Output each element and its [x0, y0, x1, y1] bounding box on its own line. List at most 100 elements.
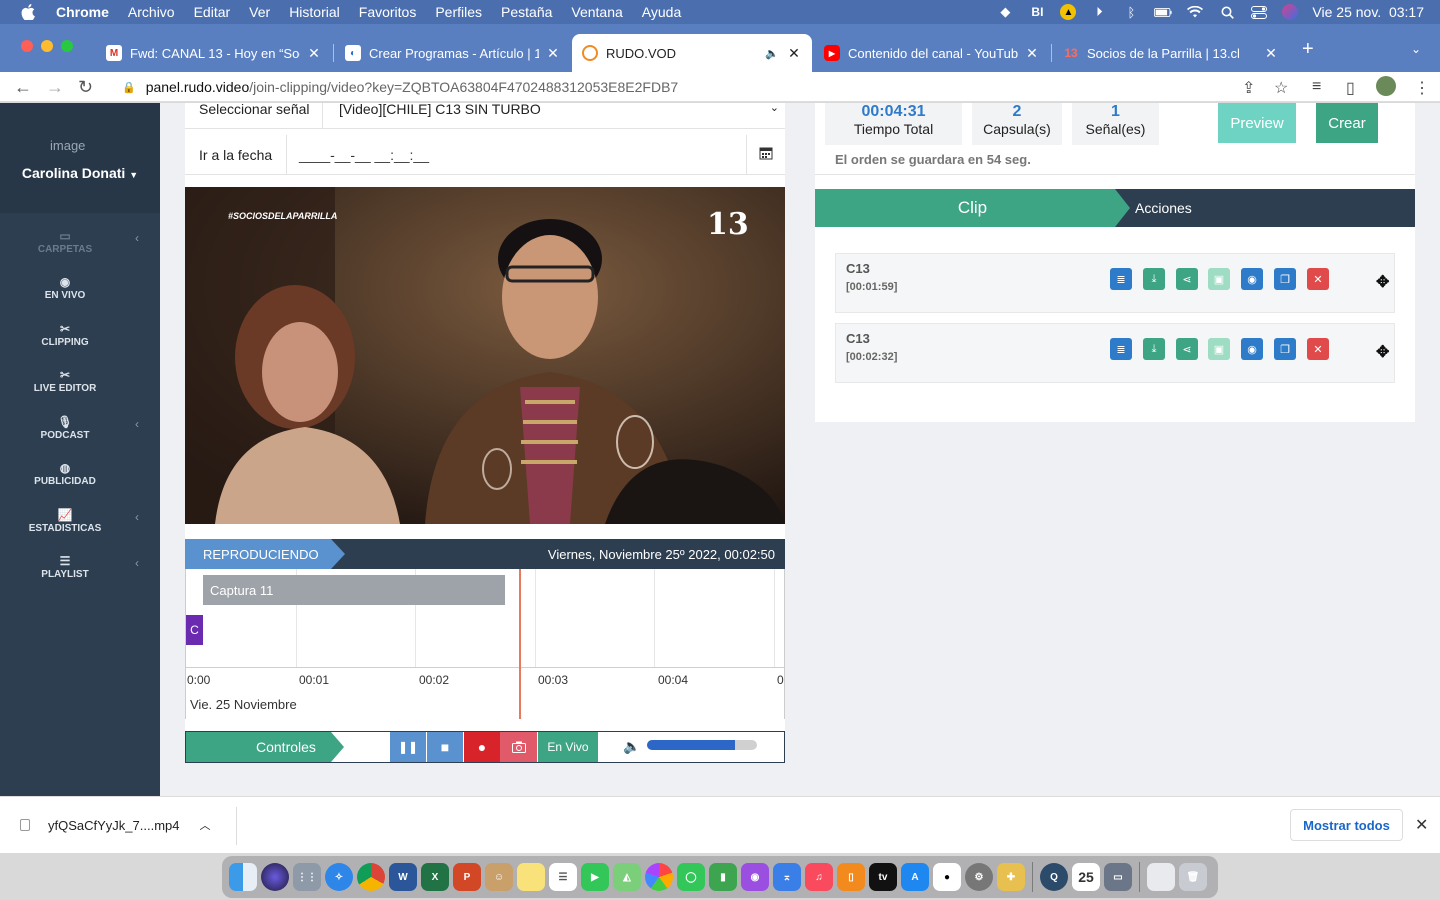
download-icon[interactable]: ⤓ — [1143, 338, 1165, 360]
tab-youtube[interactable]: ▶ Contenido del canal - YouTube ✕ — [814, 34, 1050, 72]
lock-icon[interactable]: 🔒 — [122, 81, 136, 94]
books-icon[interactable]: ▯ — [837, 863, 865, 891]
sidebar-item-live-editor[interactable]: ✂ LIVE EDITOR — [0, 368, 130, 394]
sidebar-item-en-vivo[interactable]: ◉ EN VIVO — [0, 275, 130, 301]
chevron-up-icon[interactable]: ︿ — [200, 817, 211, 833]
downloads-folder-icon[interactable] — [1147, 863, 1175, 891]
user-menu[interactable]: Carolina Donati ▼ — [0, 165, 160, 181]
new-tab-button[interactable]: + — [1302, 38, 1314, 61]
database-icon[interactable]: ≣ — [1110, 338, 1132, 360]
preview-button[interactable]: Preview — [1218, 103, 1296, 143]
messages-icon[interactable]: ◯ — [677, 863, 705, 891]
bi-icon[interactable]: BI — [1028, 5, 1046, 19]
menu-ver[interactable]: Ver — [249, 4, 270, 20]
eye-icon[interactable]: ◉ — [1241, 268, 1263, 290]
photos-icon[interactable] — [645, 863, 673, 891]
mute-icon[interactable]: 🔈 — [764, 47, 780, 60]
menu-app-name[interactable]: Chrome — [56, 4, 109, 20]
safari-icon[interactable]: ✧ — [325, 863, 353, 891]
facetime-icon[interactable]: ▶ — [581, 863, 609, 891]
contacts-icon[interactable]: ☺ — [485, 863, 513, 891]
dropbox-icon[interactable]: ◆ — [996, 4, 1014, 19]
delete-icon[interactable]: ✕ — [1307, 268, 1329, 290]
kebab-menu-icon[interactable]: ⋮ — [1414, 78, 1430, 98]
sidebar-item-clipping[interactable]: ✂ CLIPPING — [0, 322, 130, 348]
battery-icon[interactable] — [1154, 5, 1173, 19]
clip-tab[interactable]: Clip — [815, 189, 1130, 227]
speaker-icon[interactable]: 🔈 — [623, 738, 640, 755]
clip-row[interactable]: C13 [00:01:59] ≣ ⤓ ⋖ ▣ ◉ ❐ ✕ ✥ — [835, 253, 1395, 313]
sidebar-item-podcast[interactable]: 🎙 PODCAST — [0, 415, 130, 441]
video-player[interactable]: #SOCIOSDELAPARRILLA 13 — [185, 187, 785, 524]
pause-button[interactable]: ❚❚ — [390, 732, 426, 762]
database-icon[interactable]: ≣ — [1110, 268, 1132, 290]
maps-icon[interactable]: ◭ — [613, 863, 641, 891]
keynote-icon[interactable]: ⌅ — [773, 863, 801, 891]
close-icon[interactable]: ✕ — [1415, 815, 1428, 835]
chrome-icon[interactable] — [357, 863, 385, 891]
image-icon[interactable]: ▣ — [1208, 268, 1230, 290]
trash-icon[interactable]: 🗑 — [1179, 863, 1207, 891]
media-queue-icon[interactable]: ≡ — [1312, 78, 1321, 96]
back-arrow-icon[interactable]: ← — [14, 77, 32, 98]
tab-crear-programas[interactable]: ◐ Crear Programas - Artículo | 13 ✕ — [335, 34, 571, 72]
capture-segment[interactable]: Captura 11 — [203, 575, 505, 605]
menu-historial[interactable]: Historial — [289, 4, 340, 20]
reload-icon[interactable]: ↻ — [78, 77, 93, 98]
signal-select[interactable]: [Video][CHILE] C13 SIN TURBO ⌄ — [323, 103, 785, 117]
menu-favoritos[interactable]: Favoritos — [359, 4, 417, 20]
siri-icon[interactable] — [261, 863, 289, 891]
toolbox-icon[interactable]: ✚ — [997, 863, 1025, 891]
menu-ayuda[interactable]: Ayuda — [642, 4, 681, 20]
powerpoint-icon[interactable]: P — [453, 863, 481, 891]
create-button[interactable]: Crear — [1316, 103, 1378, 143]
quicktime-icon[interactable]: Q — [1040, 863, 1068, 891]
share-icon[interactable]: ⇪ — [1242, 78, 1255, 98]
menubar-clock[interactable]: Vie 25 nov. 03:17 — [1312, 4, 1424, 20]
profile-avatar[interactable] — [1376, 76, 1396, 96]
share-icon[interactable]: ⋖ — [1176, 338, 1198, 360]
word-icon[interactable]: W — [389, 863, 417, 891]
system-preferences-icon[interactable]: ⚙ — [965, 863, 993, 891]
finder-icon[interactable] — [229, 863, 257, 891]
sidebar-item-publicidad[interactable]: ◍ PUBLICIDAD — [0, 461, 130, 487]
menu-pestana[interactable]: Pestaña — [501, 4, 552, 20]
bluetooth-icon[interactable]: ᛒ — [1122, 5, 1140, 20]
forward-arrow-icon[interactable]: → — [46, 77, 64, 98]
play-circle-icon[interactable]: ⏵ — [1090, 4, 1108, 19]
expand-icon[interactable]: ✥ — [1376, 272, 1389, 292]
control-center-icon[interactable] — [1250, 5, 1268, 19]
apple-tv-icon[interactable]: tv — [869, 863, 897, 891]
screenshot-icon[interactable]: ▭ — [1104, 863, 1132, 891]
download-item[interactable]: yfQSaCfYyJk_7....mp4 ︿ — [20, 817, 211, 833]
launchpad-icon[interactable]: ⋮⋮ — [293, 863, 321, 891]
tab-socios-parrilla[interactable]: 13 Socios de la Parrilla | 13.cl ✕ — [1053, 34, 1289, 72]
app-store-icon[interactable]: A — [901, 863, 929, 891]
address-bar[interactable]: 🔒 panel.rudo.video /join-clipping/video?… — [108, 74, 1308, 100]
timeline[interactable]: Captura 11 C 0:00 00:01 00:02 00:03 00:0… — [185, 569, 785, 719]
notes-icon[interactable] — [517, 863, 545, 891]
date-input[interactable]: ____-__-__ __:__:__ — [287, 135, 747, 174]
sidebar-item-playlist[interactable]: ☰ PLAYLIST — [0, 554, 130, 580]
numbers-icon[interactable]: ▮ — [709, 863, 737, 891]
eye-icon[interactable]: ◉ — [1241, 338, 1263, 360]
reminders-icon[interactable]: ☰ — [549, 863, 577, 891]
expand-icon[interactable]: ✥ — [1376, 342, 1389, 362]
menu-perfiles[interactable]: Perfiles — [435, 4, 482, 20]
wifi-icon[interactable] — [1186, 5, 1204, 19]
record-button[interactable]: ● — [464, 732, 500, 762]
volume-slider[interactable] — [647, 740, 757, 750]
close-icon[interactable]: ✕ — [306, 45, 322, 62]
clip-row[interactable]: C13 [00:02:32] ≣ ⤓ ⋖ ▣ ◉ ❐ ✕ ✥ — [835, 323, 1395, 383]
norton-icon[interactable]: ▲ — [1060, 4, 1077, 20]
close-icon[interactable]: ✕ — [1024, 45, 1040, 62]
close-icon[interactable]: ✕ — [786, 45, 802, 62]
bookmark-star-icon[interactable]: ☆ — [1274, 78, 1288, 98]
music-icon[interactable]: ♫ — [805, 863, 833, 891]
tab-rudo-vod[interactable]: RUDO.VOD 🔈 ✕ — [572, 34, 812, 72]
sidebar-item-estadisticas[interactable]: 📈 ESTADISTICAS — [0, 508, 130, 534]
podcasts-icon[interactable]: ◉ — [741, 863, 769, 891]
close-icon[interactable]: ✕ — [545, 45, 561, 62]
image-icon[interactable]: ▣ — [1208, 338, 1230, 360]
live-button[interactable]: En Vivo — [538, 732, 598, 762]
